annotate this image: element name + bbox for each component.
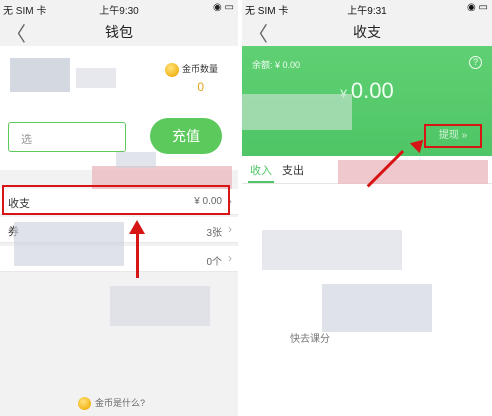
balance-label: 余额: ¥ 0.00	[252, 60, 301, 70]
nav-bar: 〈 收支	[242, 16, 492, 46]
tab-indicator	[248, 181, 274, 183]
recharge-amount-text: 选	[21, 134, 32, 146]
row-value: 0个	[206, 257, 222, 268]
tab-income[interactable]: 收入	[250, 162, 272, 178]
withdraw-button[interactable]: 提现 »	[424, 124, 482, 148]
status-bar: 无 SIM 卡 上午9:31 ◉ ▭	[242, 0, 492, 17]
highlight-box	[2, 185, 230, 215]
blurred-name	[76, 68, 116, 88]
page-title: 钱包	[105, 24, 133, 40]
coin-icon	[164, 62, 179, 77]
coin-count-value: 0	[197, 80, 204, 94]
blurred-area	[116, 152, 156, 168]
blurred-area	[14, 222, 124, 266]
tab-bar: 收入 支出	[242, 156, 492, 186]
balance-value: 0.00	[350, 78, 394, 103]
wallet-screen: 无 SIM 卡 上午9:30 ◉ ▭ 〈 钱包 金币数量 0 选 充值 收支 ¥…	[0, 0, 238, 416]
blurred-area	[322, 284, 432, 332]
blurred-area	[242, 94, 352, 130]
tab-expense[interactable]: 支出	[282, 162, 304, 178]
help-icon[interactable]: ?	[469, 56, 482, 69]
blurred-area	[262, 230, 402, 270]
what-is-coin-text: 金币是什么?	[95, 398, 146, 408]
page-title: 收支	[353, 24, 381, 40]
coin-count-box: 金币数量	[164, 62, 218, 77]
recharge-button[interactable]: 充值	[150, 118, 222, 154]
empty-state-text: 快去课分	[290, 334, 330, 345]
blurred-avatar	[10, 58, 70, 92]
recharge-amount-input[interactable]: 选	[8, 122, 126, 152]
annotation-arrow-shaft	[136, 232, 139, 278]
status-icons: ◉ ▭	[467, 2, 488, 13]
blurred-area	[110, 286, 210, 326]
row-value: 3张	[206, 228, 222, 239]
blurred-area	[338, 160, 488, 186]
status-icons: ◉ ▭	[213, 2, 234, 13]
coin-icon	[78, 397, 91, 411]
income-expense-screen: 无 SIM 卡 上午9:31 ◉ ▭ 〈 收支 余额: ¥ 0.00 ? ¥0.…	[242, 0, 492, 416]
status-bar: 无 SIM 卡 上午9:30 ◉ ▭	[0, 0, 238, 17]
balance-card: 余额: ¥ 0.00 ? ¥0.00 提现 »	[242, 46, 492, 156]
empty-state: 快去课分	[242, 184, 492, 416]
clock: 上午9:31	[347, 6, 387, 17]
chevron-right-icon: ›	[228, 251, 232, 265]
nav-bar: 〈 钱包	[0, 16, 238, 46]
what-is-coin-link[interactable]: 金币是什么?	[78, 396, 146, 411]
chevron-right-icon: ›	[228, 222, 232, 236]
coin-count-label: 金币数量	[181, 64, 218, 74]
annotation-arrow-head	[129, 220, 145, 234]
clock: 上午9:30	[99, 6, 139, 17]
